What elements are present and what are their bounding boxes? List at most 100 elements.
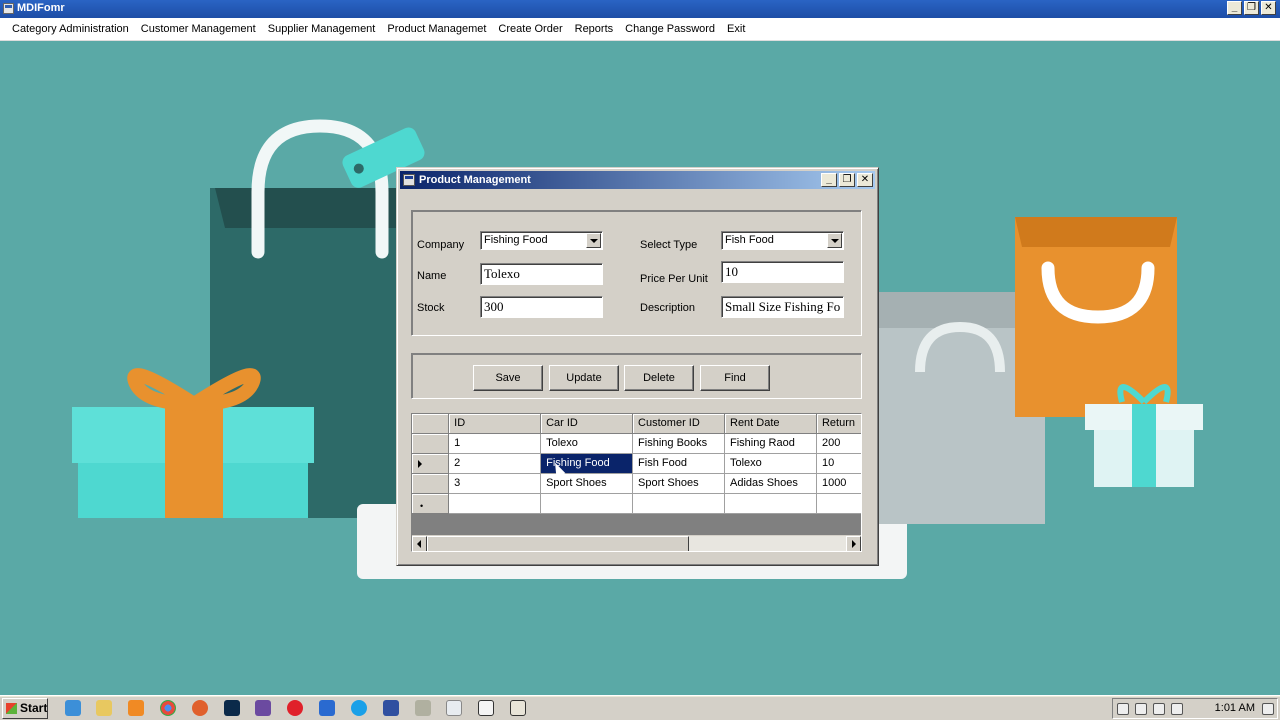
lync-icon[interactable]: [319, 700, 335, 716]
menu-customer-management[interactable]: Customer Management: [135, 19, 262, 39]
menu-category-administration[interactable]: Category Administration: [6, 19, 135, 39]
tray-flag-icon[interactable]: [1135, 703, 1147, 715]
menu-exit[interactable]: Exit: [721, 19, 751, 39]
notepad-icon[interactable]: [446, 700, 462, 716]
scrollbar-thumb[interactable]: [427, 536, 689, 551]
table-row[interactable]: 2 Fishing Food Fish Food Tolexo 10: [412, 454, 861, 474]
start-label: Start: [20, 701, 48, 715]
form-minimize-button[interactable]: _: [821, 173, 837, 187]
tray-volume-icon[interactable]: [1171, 703, 1183, 715]
app-window-icon[interactable]: [510, 700, 526, 716]
ie-icon[interactable]: [65, 700, 81, 716]
menu-reports[interactable]: Reports: [569, 19, 620, 39]
product-details-group: Company Fishing Food Name Tolexo Stock 3…: [411, 210, 862, 336]
tray-network-icon[interactable]: [1153, 703, 1165, 715]
stock-label: Stock: [417, 302, 445, 314]
table-cell[interactable]: 1: [449, 434, 542, 454]
product-management-title-bar[interactable]: Product Management _ ❐ ✕: [400, 171, 875, 189]
column-header-id[interactable]: ID: [449, 414, 542, 434]
new-row[interactable]: •: [412, 494, 861, 514]
cmd-icon[interactable]: [478, 700, 494, 716]
tools-icon[interactable]: [415, 700, 431, 716]
windows-logo-icon: [6, 703, 17, 714]
current-row-arrow-icon: [418, 460, 422, 468]
menu-product-management[interactable]: Product Managemet: [381, 19, 492, 39]
stock-field[interactable]: 300: [480, 296, 603, 318]
company-label: Company: [417, 239, 465, 251]
form-title: Product Management: [419, 174, 531, 186]
delete-button[interactable]: Delete: [624, 365, 694, 391]
select-type-combobox[interactable]: Fish Food: [721, 231, 844, 250]
table-cell[interactable]: Fish Food: [633, 454, 725, 474]
folder-icon[interactable]: [96, 700, 112, 716]
actions-group: Save Update Delete Find: [411, 353, 862, 399]
taskbar: Start 1:01 AM: [0, 695, 1280, 720]
company-value: Fishing Food: [484, 234, 548, 246]
table-cell[interactable]: [816, 494, 861, 514]
new-row-icon: •: [420, 501, 424, 511]
menu-change-password[interactable]: Change Password: [619, 19, 721, 39]
start-button[interactable]: Start: [2, 698, 48, 719]
table-cell[interactable]: 3: [449, 474, 542, 494]
update-button[interactable]: Update: [549, 365, 619, 391]
description-field[interactable]: Small Size Fishing Fo: [721, 296, 844, 318]
chevron-down-icon[interactable]: [586, 233, 601, 248]
menu-create-order[interactable]: Create Order: [492, 19, 568, 39]
table-cell[interactable]: 2: [449, 454, 542, 474]
row-header[interactable]: •: [412, 494, 450, 514]
opera-icon[interactable]: [287, 700, 303, 716]
table-cell[interactable]: Tolexo: [541, 434, 634, 454]
photoshop-icon[interactable]: [224, 700, 240, 716]
table-cell[interactable]: [541, 494, 634, 514]
row-header[interactable]: [412, 454, 450, 474]
chrome-icon[interactable]: [160, 700, 176, 716]
connector-icon[interactable]: [383, 700, 399, 716]
price-per-unit-field[interactable]: 10: [721, 261, 844, 283]
products-data-grid[interactable]: ID Car ID Customer ID Rent Date Return 1…: [411, 413, 862, 552]
form-maximize-button[interactable]: ❐: [839, 173, 855, 187]
grid-corner-header[interactable]: [412, 414, 450, 434]
table-cell[interactable]: 1000: [816, 474, 861, 494]
column-header-customer-id[interactable]: Customer ID: [633, 414, 725, 434]
menu-supplier-management[interactable]: Supplier Management: [262, 19, 382, 39]
media-player-icon[interactable]: [128, 700, 144, 716]
name-field[interactable]: Tolexo: [480, 263, 603, 285]
menu-bar: Category Administration Customer Managem…: [0, 18, 1280, 41]
table-cell[interactable]: Sport Shoes: [633, 474, 725, 494]
column-header-car-id[interactable]: Car ID: [541, 414, 634, 434]
table-cell[interactable]: [725, 494, 817, 514]
table-cell[interactable]: [633, 494, 725, 514]
horizontal-scrollbar[interactable]: [412, 535, 861, 551]
save-button[interactable]: Save: [473, 365, 543, 391]
firefox-icon[interactable]: [192, 700, 208, 716]
column-header-return[interactable]: Return: [816, 414, 861, 434]
table-cell[interactable]: [449, 494, 542, 514]
column-header-rent-date[interactable]: Rent Date: [725, 414, 817, 434]
table-cell[interactable]: Adidas Shoes: [725, 474, 817, 494]
table-row[interactable]: 1 Tolexo Fishing Books Fishing Raod 200: [412, 434, 861, 454]
clock[interactable]: 1:01 AM: [1215, 702, 1255, 714]
minimize-button[interactable]: _: [1227, 1, 1242, 15]
company-combobox[interactable]: Fishing Food: [480, 231, 603, 250]
restore-button[interactable]: ❐: [1244, 1, 1259, 15]
table-cell[interactable]: Fishing Books: [633, 434, 725, 454]
table-cell[interactable]: 10: [816, 454, 861, 474]
table-cell[interactable]: 200: [816, 434, 861, 454]
close-button[interactable]: ✕: [1261, 1, 1276, 15]
table-cell[interactable]: Sport Shoes: [541, 474, 634, 494]
visual-studio-icon[interactable]: [255, 700, 271, 716]
table-cell[interactable]: Tolexo: [725, 454, 817, 474]
skype-icon[interactable]: [351, 700, 367, 716]
find-button[interactable]: Find: [700, 365, 770, 391]
scroll-right-icon[interactable]: [846, 536, 861, 551]
form-close-button[interactable]: ✕: [857, 173, 873, 187]
table-cell[interactable]: Fishing Raod: [725, 434, 817, 454]
scroll-left-icon[interactable]: [412, 536, 427, 551]
table-row[interactable]: 3 Sport Shoes Sport Shoes Adidas Shoes 1…: [412, 474, 861, 494]
show-desktop-icon[interactable]: [1262, 703, 1274, 715]
row-header[interactable]: [412, 474, 450, 494]
tray-expand-icon[interactable]: [1117, 703, 1129, 715]
chevron-down-icon[interactable]: [827, 233, 842, 248]
row-header[interactable]: [412, 434, 450, 454]
mdi-title-bar: MDIFomr _ ❐ ✕: [0, 0, 1280, 18]
